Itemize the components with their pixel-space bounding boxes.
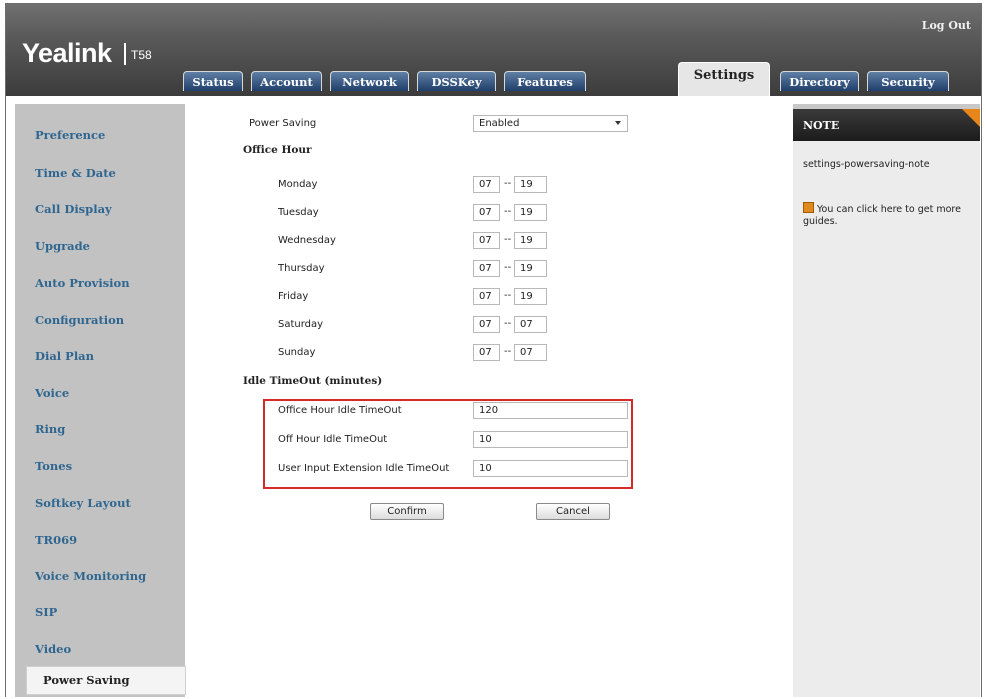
range-dash: -- [504, 234, 512, 245]
sidebar-item-softkey-layout[interactable]: Softkey Layout [35, 496, 131, 510]
guide-text: You can click here to get more guides. [803, 204, 961, 227]
day-label-monday: Monday [278, 179, 318, 190]
wednesday-end-input[interactable]: 19 [514, 232, 547, 249]
range-dash: -- [504, 178, 512, 189]
user-input-idle-input[interactable]: 10 [473, 460, 628, 477]
tab-status[interactable]: Status [183, 71, 243, 91]
sidebar-item-upgrade[interactable]: Upgrade [35, 239, 90, 253]
browser-frame: Yealink T58 Log Out Status Account Netwo… [5, 3, 982, 697]
range-dash: -- [504, 262, 512, 273]
user-input-idle-label: User Input Extension Idle TimeOut [278, 463, 450, 474]
off-hour-idle-input[interactable]: 10 [473, 431, 628, 448]
sidebar-item-preference[interactable]: Preference [35, 128, 105, 142]
main-tabs: Status Account Network DSSKey Features S… [6, 4, 981, 96]
wednesday-start-input[interactable]: 07 [473, 232, 500, 249]
day-label-saturday: Saturday [278, 319, 324, 330]
note-body: settings-powersaving-note You can click … [793, 141, 980, 697]
tab-features[interactable]: Features [504, 71, 586, 91]
friday-start-input[interactable]: 07 [473, 288, 500, 305]
note-panel: NOTE settings-powersaving-note You can c… [793, 104, 980, 697]
chevron-down-icon [615, 121, 621, 125]
guide-link[interactable]: You can click here to get more guides. [803, 202, 973, 228]
office-hour-idle-label: Office Hour Idle TimeOut [278, 405, 402, 416]
sidebar-item-configuration[interactable]: Configuration [35, 313, 124, 327]
power-saving-value: Enabled [479, 118, 520, 129]
help-icon [803, 202, 814, 213]
tuesday-start-input[interactable]: 07 [473, 204, 500, 221]
thursday-start-input[interactable]: 07 [473, 260, 500, 277]
day-label-sunday: Sunday [278, 347, 316, 358]
power-saving-select[interactable]: Enabled [473, 115, 628, 132]
sidebar-item-auto-provision[interactable]: Auto Provision [35, 276, 130, 290]
office-hour-idle-input[interactable]: 120 [473, 402, 628, 419]
day-label-friday: Friday [278, 291, 309, 302]
sidebar-item-sip[interactable]: SIP [35, 605, 57, 619]
off-hour-idle-label: Off Hour Idle TimeOut [278, 434, 388, 445]
monday-end-input[interactable]: 19 [514, 176, 547, 193]
sidebar-item-ring[interactable]: Ring [35, 422, 65, 436]
tab-security[interactable]: Security [867, 71, 949, 91]
sidebar-item-voice[interactable]: Voice [35, 386, 69, 400]
idle-timeout-heading: Idle TimeOut (minutes) [243, 375, 383, 387]
day-label-tuesday: Tuesday [278, 207, 319, 218]
day-label-thursday: Thursday [278, 263, 325, 274]
tab-network[interactable]: Network [330, 71, 409, 91]
note-title: NOTE [803, 119, 840, 132]
saturday-start-input[interactable]: 07 [473, 316, 500, 333]
note-header: NOTE [793, 109, 980, 141]
note-text: settings-powersaving-note [803, 159, 930, 170]
tab-settings[interactable]: Settings [678, 62, 770, 96]
monday-start-input[interactable]: 07 [473, 176, 500, 193]
cancel-button[interactable]: Cancel [536, 503, 610, 520]
sidebar-item-video[interactable]: Video [35, 642, 71, 656]
power-saving-label: Power Saving [249, 118, 317, 129]
sidebar-item-tr069[interactable]: TR069 [35, 533, 77, 547]
tab-directory[interactable]: Directory [780, 71, 859, 91]
sidebar-item-time-date[interactable]: Time & Date [35, 166, 116, 180]
day-label-wednesday: Wednesday [278, 235, 336, 246]
tab-dsskey[interactable]: DSSKey [417, 71, 496, 91]
note-corner-decoration [962, 109, 980, 127]
sunday-start-input[interactable]: 07 [473, 344, 500, 361]
range-dash: -- [504, 290, 512, 301]
range-dash: -- [504, 346, 512, 357]
tuesday-end-input[interactable]: 19 [514, 204, 547, 221]
thursday-end-input[interactable]: 19 [514, 260, 547, 277]
sidebar-item-tones[interactable]: Tones [35, 459, 72, 473]
range-dash: -- [504, 318, 512, 329]
sidebar-item-call-display[interactable]: Call Display [35, 202, 112, 216]
sidebar-item-voice-monitoring[interactable]: Voice Monitoring [35, 569, 146, 583]
tab-account[interactable]: Account [251, 71, 322, 91]
sidebar-item-label: Power Saving [43, 673, 130, 687]
sidebar-item-power-saving[interactable]: Power Saving [26, 666, 186, 695]
confirm-button[interactable]: Confirm [370, 503, 444, 520]
friday-end-input[interactable]: 19 [514, 288, 547, 305]
office-hour-heading: Office Hour [243, 144, 312, 156]
sidebar-item-dial-plan[interactable]: Dial Plan [35, 349, 94, 363]
sunday-end-input[interactable]: 07 [514, 344, 547, 361]
saturday-end-input[interactable]: 07 [514, 316, 547, 333]
range-dash: -- [504, 206, 512, 217]
